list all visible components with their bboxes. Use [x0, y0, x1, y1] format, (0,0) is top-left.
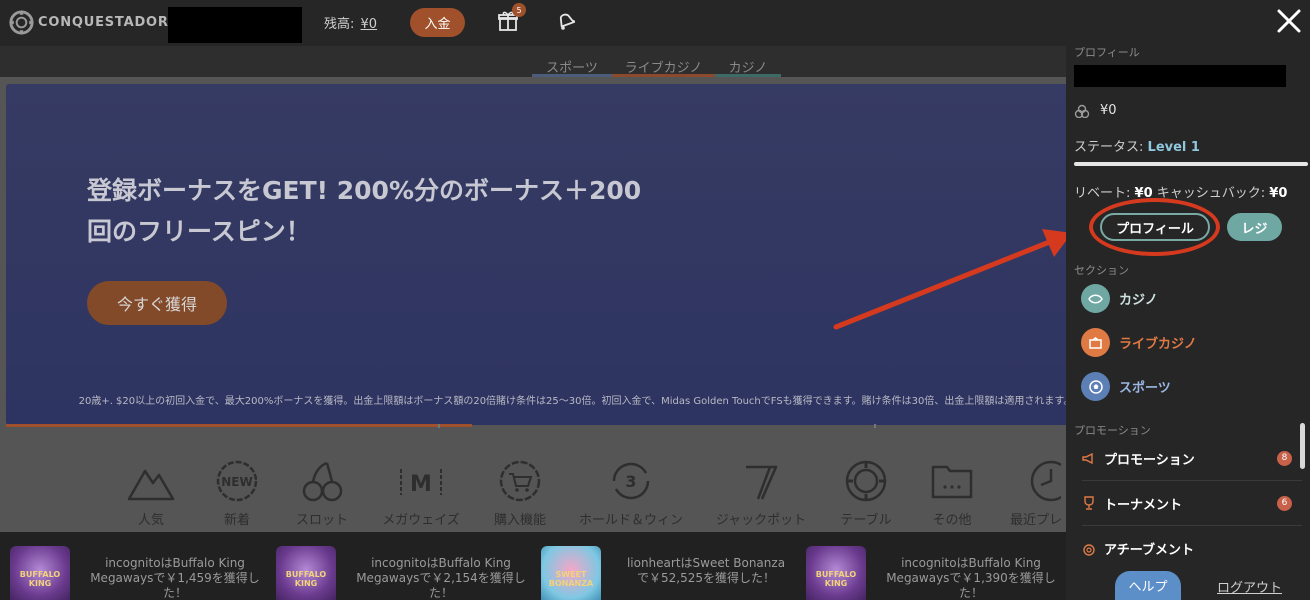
category-label: その他: [932, 513, 972, 528]
seven-icon: [746, 465, 778, 500]
tab-casino[interactable]: カジノ: [715, 56, 781, 77]
wallet-balance: ¥0: [1074, 103, 1117, 118]
menu-label: アチーブメント: [1104, 543, 1194, 558]
medal-icon: [1083, 543, 1095, 556]
category-label: 最近プレ: [1009, 513, 1062, 528]
tab-live-casino[interactable]: ライブカジノ: [612, 56, 715, 77]
sections-label: セクション: [1074, 264, 1129, 277]
live-casino-icon: [1081, 328, 1110, 357]
count-badge: 8: [1277, 450, 1292, 466]
logout-link[interactable]: ログアウト: [1217, 577, 1282, 596]
category-label: 購入機能: [493, 513, 546, 528]
section-casino[interactable]: カジノ: [1081, 284, 1158, 313]
thumbnail-title: BUFFALO KING: [285, 570, 327, 588]
balance-label: 残高:: [324, 17, 355, 32]
category-buy-feature[interactable]: 購入機能: [460, 455, 580, 528]
status-level: Level 1: [1147, 140, 1200, 155]
hold-win-icon: 3: [612, 462, 650, 500]
clock-icon: [1030, 460, 1061, 502]
rebate-cashback-line: リベート: ¥0 キャッシュバック: ¥0: [1074, 182, 1287, 201]
ticker-text: incognitoはBuffalo King Megawaysで￥2,154を獲…: [356, 556, 526, 600]
menu-label: トーナメント: [1104, 497, 1183, 513]
drawer-scrollbar[interactable]: [1300, 423, 1305, 469]
section-live-casino[interactable]: ライブカジノ: [1081, 328, 1197, 357]
deposit-button[interactable]: 入金: [410, 8, 465, 37]
svg-text:NEW: NEW: [221, 475, 252, 489]
svg-text:M: M: [410, 472, 432, 497]
soccer-ball-icon: [1081, 372, 1110, 401]
game-thumbnail: BUFFALO KING: [10, 546, 70, 600]
gift-count-badge: 5: [512, 3, 526, 17]
mountain-icon: [127, 469, 175, 501]
category-subnav: スポーツ ライブカジノ カジノ: [0, 46, 1066, 77]
cart-icon: [499, 460, 541, 502]
menu-label: プロモーション: [1104, 452, 1195, 468]
megaways-icon: M: [400, 469, 442, 497]
compass-logo-icon: [8, 9, 35, 36]
redacted-profile-name: [1074, 65, 1286, 87]
ticker-text: lionheartはSweet Bonanzaで￥52,525を獲得した！: [626, 556, 786, 585]
ticker-text: incognitoはBuffalo King Megawaysで￥1,390を獲…: [886, 556, 1056, 600]
cashier-button[interactable]: レジ: [1227, 213, 1282, 241]
section-label: スポーツ: [1119, 381, 1171, 396]
banner-terms: 20歳+. $20以上の初回入金で、最大200%ボーナスを獲得。出金上限額はボー…: [78, 396, 1074, 407]
banner-title: 登録ボーナスをGET! 200%分のボーナス＋200回のフリースピン！: [87, 176, 642, 246]
game-thumbnail: BUFFALO KING: [806, 546, 866, 600]
menu-tournaments[interactable]: トーナメント 6: [1082, 481, 1302, 526]
folder-icon: [931, 465, 973, 499]
carousel-marker: [874, 424, 876, 428]
top-header: CONQUESTADOR 残高: ¥0 入金 5: [0, 0, 1066, 46]
carousel-progress: [6, 424, 472, 427]
brand-logo[interactable]: CONQUESTADOR: [8, 9, 169, 36]
help-button[interactable]: ヘルプ: [1115, 571, 1181, 600]
category-hold-and-win[interactable]: 3 ホールド＆ウィン: [571, 455, 691, 528]
brand-name: CONQUESTADOR: [38, 15, 169, 30]
winners-ticker: BUFFALO KING incognitoはBuffalo King Mega…: [0, 532, 1066, 600]
game-category-row: 人気 NEW 新着 スロット M メガウェイズ 購入機能 3 ホールド＆ウィン …: [0, 455, 1066, 532]
count-badge: 6: [1277, 495, 1292, 511]
claim-now-button[interactable]: 今すぐ獲得: [87, 281, 227, 325]
redacted-username: [168, 7, 302, 43]
menu-promotions[interactable]: プロモーション 8: [1082, 436, 1302, 481]
level-progress-bar: [1074, 162, 1308, 166]
close-icon[interactable]: [1276, 8, 1302, 34]
trophy-icon: [1084, 496, 1094, 510]
svg-text:3: 3: [625, 472, 636, 491]
thumbnail-title: BUFFALO KING: [815, 570, 857, 588]
cashback-value: ¥0: [1269, 186, 1288, 201]
balance-amount[interactable]: ¥0: [361, 17, 378, 32]
new-badge-icon: NEW: [216, 460, 258, 502]
tab-sports[interactable]: スポーツ: [532, 56, 612, 77]
thumbnail-title: SWEET BONANZA: [548, 570, 594, 588]
category-label: ジャックポット: [715, 513, 807, 528]
category-jackpot[interactable]: ジャックポット: [701, 455, 821, 528]
ticker-text: incognitoはBuffalo King Megawaysで￥1,459を獲…: [90, 556, 260, 600]
status-label: ステータス:: [1074, 140, 1144, 155]
menu-achievements[interactable]: アチーブメント: [1082, 526, 1302, 571]
game-thumbnail: BUFFALO KING: [276, 546, 336, 600]
section-sports[interactable]: スポーツ: [1081, 372, 1171, 401]
carousel-marker: [438, 424, 440, 428]
profile-section-label: プロフィール: [1074, 46, 1140, 59]
section-label: ライブカジノ: [1119, 337, 1197, 352]
game-thumbnail: SWEET BONANZA: [541, 546, 601, 600]
wallet-amount: ¥0: [1100, 103, 1117, 118]
category-label: ホールド＆ウィン: [578, 513, 683, 528]
thumbnail-title: BUFFALO KING: [19, 570, 61, 588]
casino-icon: [1081, 284, 1110, 313]
cherry-icon: [302, 461, 343, 502]
annotation-arrow: [833, 229, 1072, 330]
annotation-circle: [1089, 198, 1220, 256]
chip-icon: [845, 460, 887, 502]
section-label: カジノ: [1119, 293, 1158, 308]
category-recent[interactable]: 最近プレ: [996, 455, 1076, 528]
rebate-label: リベート:: [1074, 186, 1131, 201]
category-other[interactable]: その他: [892, 455, 1012, 528]
megaphone-icon: [1082, 452, 1093, 464]
balance-display: 残高: ¥0: [324, 13, 377, 32]
coins-icon: [1074, 104, 1090, 118]
vip-status: ステータス: Level 1: [1074, 136, 1200, 155]
bell-icon[interactable]: [555, 11, 575, 31]
